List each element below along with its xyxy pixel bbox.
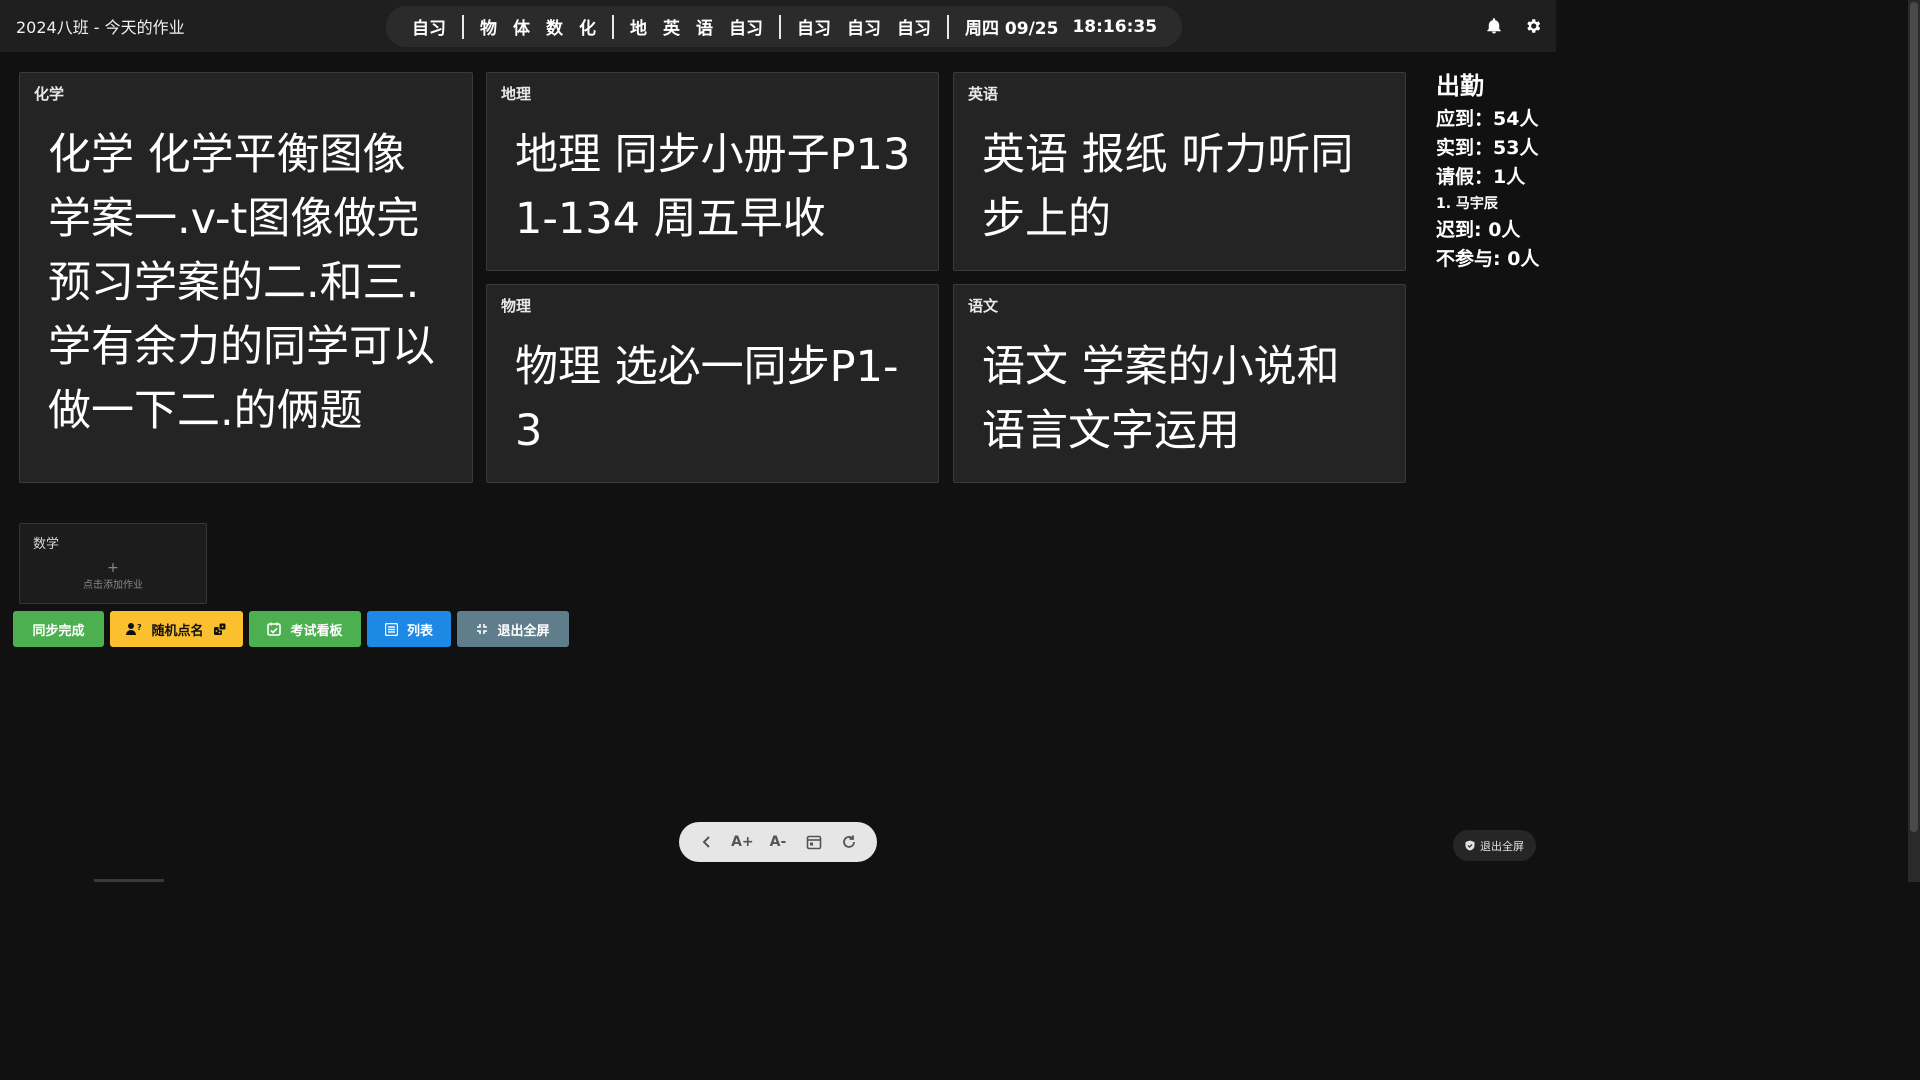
compress-icon [476, 623, 488, 635]
list-icon [384, 622, 398, 636]
homework-card-physics[interactable]: 物理 物理 选必一同步P1-3 [486, 284, 939, 483]
exit-pill-label: 退出全屏 [1480, 839, 1524, 853]
card-subject: 英语 [968, 85, 999, 103]
add-icon: + [107, 560, 119, 576]
calendar-check-icon [267, 622, 282, 636]
schedule-period: 语 [696, 19, 713, 39]
users-question-icon: ? [126, 622, 142, 636]
add-homework-hint: 点击添加作业 [83, 580, 143, 591]
app-title: 2024八班 - 今天的作业 [16, 18, 185, 37]
random-call-button[interactable]: ? 随机点名 [110, 611, 243, 647]
homework-card-math-empty[interactable]: 数学 + 点击添加作业 [19, 523, 207, 604]
attendance-late: 迟到: 0人 [1436, 219, 1521, 241]
attendance-absent: 不参与: 0人 [1436, 248, 1540, 270]
attendance-panel: 出勤 应到：54人 实到：53人 请假：1人 1. 马宇辰 迟到: 0人 不参与… [1436, 66, 1539, 274]
card-content: 物理 选必一同步P1-3 [515, 342, 899, 456]
card-content: 英语 报纸 听力听同步上的 [982, 130, 1354, 244]
card-content: 语文 学案的小说和语言文字运用 [982, 342, 1340, 456]
attendance-expected: 应到：54人 [1436, 108, 1539, 130]
sync-done-button[interactable]: 同步完成 [13, 611, 104, 647]
card-subject: 物理 [501, 297, 532, 315]
schedule-period: 数 [546, 19, 563, 39]
button-label: 同步完成 [32, 623, 85, 639]
floating-toolbar: A+ A- [679, 822, 877, 862]
list-button[interactable]: 列表 [367, 611, 451, 647]
button-label: 随机点名 [151, 623, 204, 639]
attendance-actual: 实到：53人 [1436, 137, 1539, 159]
card-subject: 数学 [33, 537, 60, 552]
page-scrollbar[interactable] [1908, 0, 1920, 882]
homework-card-english[interactable]: 英语 英语 报纸 听力听同步上的 [953, 72, 1406, 271]
exam-board-button[interactable]: 考试看板 [249, 611, 361, 647]
homework-card-chemistry[interactable]: 化学 化学 化学平衡图像学案一.v-t图像做完 预习学案的二.和三. 学有余力的… [19, 72, 473, 483]
schedule-divider [612, 14, 614, 39]
exit-fullscreen-button[interactable]: 退出全屏 [457, 611, 569, 647]
class-schedule-bar: 自习 物 体 数 化 地 英 语 自习 自习 自习 自习 周四 09/25 18… [386, 6, 1182, 47]
card-subject: 语文 [968, 297, 999, 315]
schedule-divider [947, 14, 949, 39]
chevron-left-icon[interactable] [694, 829, 720, 855]
top-bar: 2024八班 - 今天的作业 自习 物 体 数 化 地 英 语 自习 自习 自习… [0, 0, 1556, 52]
card-subject: 地理 [501, 85, 532, 103]
svg-text:?: ? [137, 623, 142, 632]
exit-fullscreen-pill[interactable]: 退出全屏 [1453, 830, 1536, 861]
homework-card-geography[interactable]: 地理 地理 同步小册子P131-134 周五早收 [486, 72, 939, 271]
current-time: 18:16:35 [1072, 16, 1158, 37]
schedule-period: 物 [480, 19, 497, 39]
current-date: 周四 09/25 [965, 19, 1059, 39]
button-label: 列表 [406, 623, 433, 639]
scrollbar-thumb[interactable] [1910, 2, 1918, 832]
font-decrease-button[interactable]: A- [765, 829, 791, 855]
leave-student-name: 1. 马宇辰 [1436, 196, 1498, 212]
schedule-period: 体 [513, 19, 530, 39]
font-increase-button[interactable]: A+ [729, 829, 755, 855]
schedule-period: 英 [663, 19, 680, 39]
button-label: 考试看板 [290, 623, 343, 639]
schedule-divider [779, 14, 781, 39]
card-content: 地理 同步小册子P131-134 周五早收 [515, 130, 911, 244]
schedule-period: 自习 [897, 19, 931, 39]
schedule-period: 自习 [412, 19, 446, 39]
attendance-leave: 请假：1人 [1436, 166, 1526, 188]
calendar-icon[interactable] [801, 829, 827, 855]
schedule-period: 自习 [847, 19, 881, 39]
attendance-title: 出勤 [1436, 72, 1484, 100]
dice-icon [213, 622, 227, 636]
schedule-divider [462, 14, 464, 39]
bell-icon[interactable] [1484, 16, 1504, 36]
refresh-icon[interactable] [836, 829, 862, 855]
bottom-divider [94, 879, 164, 882]
schedule-period: 自习 [729, 19, 763, 39]
schedule-period: 地 [630, 19, 647, 39]
shield-icon [1465, 840, 1475, 851]
button-label: 退出全屏 [497, 623, 550, 639]
homework-card-chinese[interactable]: 语文 语文 学案的小说和语言文字运用 [953, 284, 1406, 483]
schedule-period: 自习 [797, 19, 831, 39]
card-content: 化学 化学平衡图像学案一.v-t图像做完 预习学案的二.和三. 学有余力的同学可… [48, 130, 435, 436]
gear-icon[interactable] [1523, 16, 1543, 36]
card-subject: 化学 [34, 85, 65, 103]
schedule-period: 化 [579, 19, 596, 39]
